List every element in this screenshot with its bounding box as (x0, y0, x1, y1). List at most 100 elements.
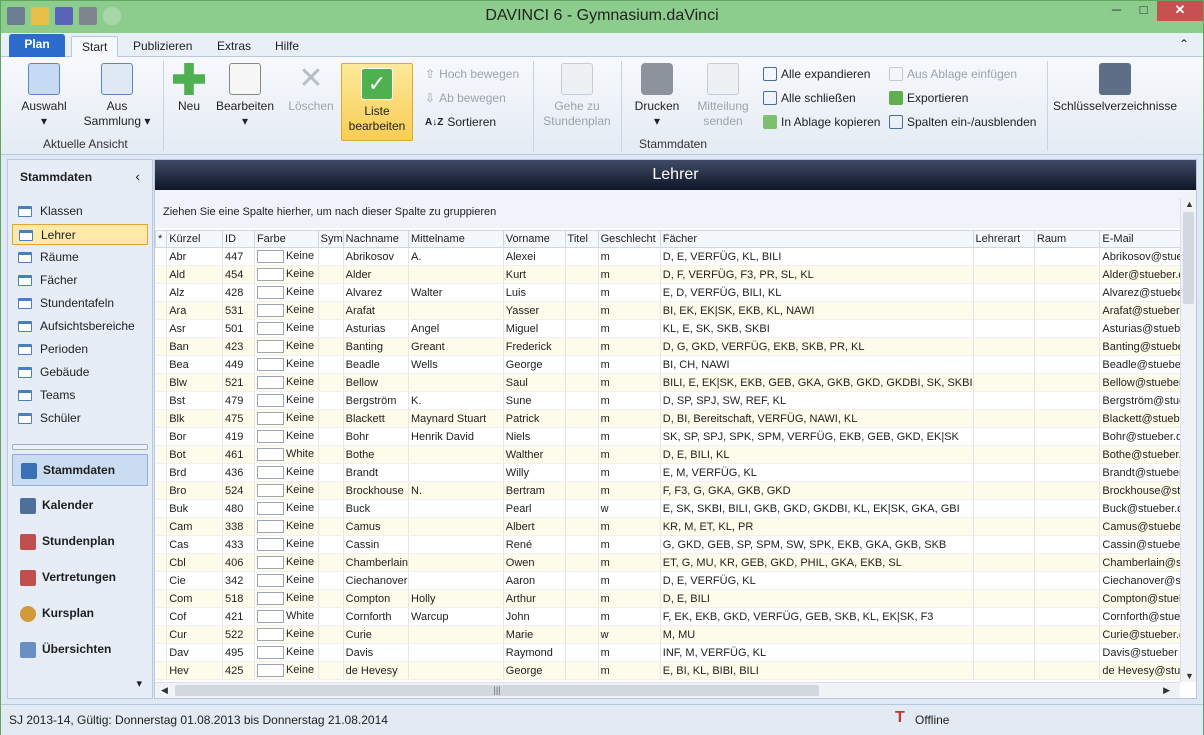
cell-kuerzel[interactable]: Abr (166, 247, 224, 266)
cell-mittelname[interactable]: N. (408, 481, 504, 500)
sidebar-item-klassen[interactable]: Klassen (12, 201, 148, 222)
cell-titel[interactable] (565, 427, 599, 446)
cell-geschlecht[interactable]: m (598, 463, 661, 482)
cell-mittelname[interactable] (408, 535, 504, 554)
cell-kuerzel[interactable]: Cie (166, 571, 224, 590)
neu-button[interactable]: Neu (169, 63, 209, 114)
cell-nachname[interactable]: Beadle (343, 355, 410, 374)
cell-titel[interactable] (565, 481, 599, 500)
alle-schliessen-button[interactable]: Alle schließen (763, 91, 856, 105)
cell-nachname[interactable]: Compton (343, 589, 410, 608)
cell-mittelname[interactable]: Wells (408, 355, 504, 374)
cell-lehrerart[interactable] (973, 589, 1035, 608)
col-header-id[interactable]: ID (222, 230, 255, 248)
cell-raum[interactable] (1034, 319, 1101, 338)
cell-id[interactable]: 531 (222, 301, 255, 320)
cell-titel[interactable] (565, 553, 599, 572)
cell-mittelname[interactable] (408, 571, 504, 590)
tab-publizieren[interactable]: Publizieren (123, 36, 202, 57)
cell-id[interactable]: 501 (222, 319, 255, 338)
sidebar-item-schueler[interactable]: Schüler (12, 408, 148, 429)
cell-kuerzel[interactable]: Asr (166, 319, 224, 338)
table-row[interactable]: Brd 436 Keine Brandt Willy m E, M, VERFÜG, KL B… (155, 463, 1196, 482)
cell-nachname[interactable]: Camus (343, 517, 410, 536)
cell-kuerzel[interactable]: Cbl (166, 553, 224, 572)
cell-mittelname[interactable] (408, 643, 504, 662)
cell-titel[interactable] (565, 301, 599, 320)
row-marker[interactable] (155, 481, 168, 500)
cell-raum[interactable] (1034, 427, 1101, 446)
cell-farbe[interactable]: Keine (254, 319, 319, 338)
cell-sym[interactable] (318, 409, 344, 428)
row-marker[interactable] (155, 427, 168, 446)
cell-kuerzel[interactable]: Bst (166, 391, 224, 410)
row-marker[interactable] (155, 571, 168, 590)
cell-mittelname[interactable]: Walter (408, 283, 504, 302)
cell-vorname[interactable]: Niels (503, 427, 566, 446)
tab-hilfe[interactable]: Hilfe (265, 36, 309, 57)
cell-faecher[interactable]: BILI, E, EK|SK, EKB, GEB, GKA, GKB, GKD,… (660, 373, 974, 392)
cell-mittelname[interactable]: Maynard Stuart (408, 409, 504, 428)
table-row[interactable]: Cie 342 Keine Ciechanover Aaron m D, E, VERFÜG… (155, 571, 1196, 590)
cell-nachname[interactable]: Asturias (343, 319, 410, 338)
cell-kuerzel[interactable]: Buk (166, 499, 224, 518)
cell-sym[interactable] (318, 499, 344, 518)
cell-nachname[interactable]: Cornforth (343, 607, 410, 626)
cell-raum[interactable] (1034, 265, 1101, 284)
table-row[interactable]: Cam 338 Keine Camus Albert m KR, M, ET, KL, PR… (155, 517, 1196, 536)
cell-sym[interactable] (318, 337, 344, 356)
col-header-nachname[interactable]: Nachname (342, 230, 410, 248)
cell-id[interactable]: 479 (222, 391, 255, 410)
cell-lehrerart[interactable] (973, 625, 1035, 644)
cell-faecher[interactable]: F, F3, G, GKA, GKB, GKD (660, 481, 974, 500)
table-row[interactable]: Bea 449 Keine Beadle Wells George m BI, CH, NAW… (155, 355, 1196, 374)
cell-faecher[interactable]: D, E, VERFÜG, KL, BILI (660, 247, 974, 266)
cell-raum[interactable] (1034, 571, 1101, 590)
cell-mittelname[interactable]: Greant (408, 337, 504, 356)
cell-vorname[interactable]: Patrick (503, 409, 566, 428)
cell-faecher[interactable]: E, D, VERFÜG, BILI, KL (660, 283, 974, 302)
cell-nachname[interactable]: Blackett (343, 409, 410, 428)
cell-lehrerart[interactable] (973, 409, 1035, 428)
cell-nachname[interactable]: de Hevesy (343, 661, 410, 680)
cell-vorname[interactable]: Walther (503, 445, 566, 464)
cell-titel[interactable] (565, 409, 599, 428)
nav-kalender[interactable]: Kalender (12, 490, 148, 522)
cell-geschlecht[interactable]: m (598, 301, 661, 320)
cell-lehrerart[interactable] (973, 607, 1035, 626)
col-header-lehrerart[interactable]: Lehrerart (972, 230, 1035, 248)
cell-nachname[interactable]: Bothe (343, 445, 410, 464)
cell-raum[interactable] (1034, 589, 1101, 608)
cell-titel[interactable] (565, 607, 599, 626)
cell-raum[interactable] (1034, 643, 1101, 662)
row-marker[interactable] (155, 319, 168, 338)
cell-lehrerart[interactable] (973, 373, 1035, 392)
cell-farbe[interactable]: Keine (254, 247, 319, 266)
cell-lehrerart[interactable] (973, 391, 1035, 410)
schluesselverzeichnisse-button[interactable]: Schlüsselverzeichnisse (1053, 63, 1177, 114)
cell-id[interactable]: 338 (222, 517, 255, 536)
cell-lehrerart[interactable] (973, 463, 1035, 482)
cell-lehrerart[interactable] (973, 661, 1035, 680)
group-by-area[interactable]: Ziehen Sie eine Spalte hierher, um nach … (155, 190, 1196, 228)
cell-kuerzel[interactable]: Blw (166, 373, 224, 392)
cell-faecher[interactable]: D, SP, SPJ, SW, REF, KL (660, 391, 974, 410)
cell-farbe[interactable]: Keine (254, 625, 319, 644)
cell-sym[interactable] (318, 553, 344, 572)
cell-nachname[interactable]: Bergström (343, 391, 410, 410)
nav-vertretungen[interactable]: Vertretungen (12, 562, 148, 594)
cell-faecher[interactable]: D, E, VERFÜG, KL (660, 571, 974, 590)
cell-lehrerart[interactable] (973, 301, 1035, 320)
cell-geschlecht[interactable]: w (598, 625, 661, 644)
sidebar-item-perioden[interactable]: Perioden (12, 339, 148, 360)
cell-raum[interactable] (1034, 283, 1101, 302)
cell-titel[interactable] (565, 391, 599, 410)
cell-nachname[interactable]: Davis (343, 643, 410, 662)
row-marker[interactable] (155, 607, 168, 626)
col-header-marker[interactable]: * (154, 230, 168, 248)
bearbeiten-button[interactable]: Bearbeiten ▾ (213, 63, 277, 129)
cell-mittelname[interactable]: K. (408, 391, 504, 410)
cell-mittelname[interactable] (408, 265, 504, 284)
cell-titel[interactable] (565, 643, 599, 662)
row-marker[interactable] (155, 337, 168, 356)
